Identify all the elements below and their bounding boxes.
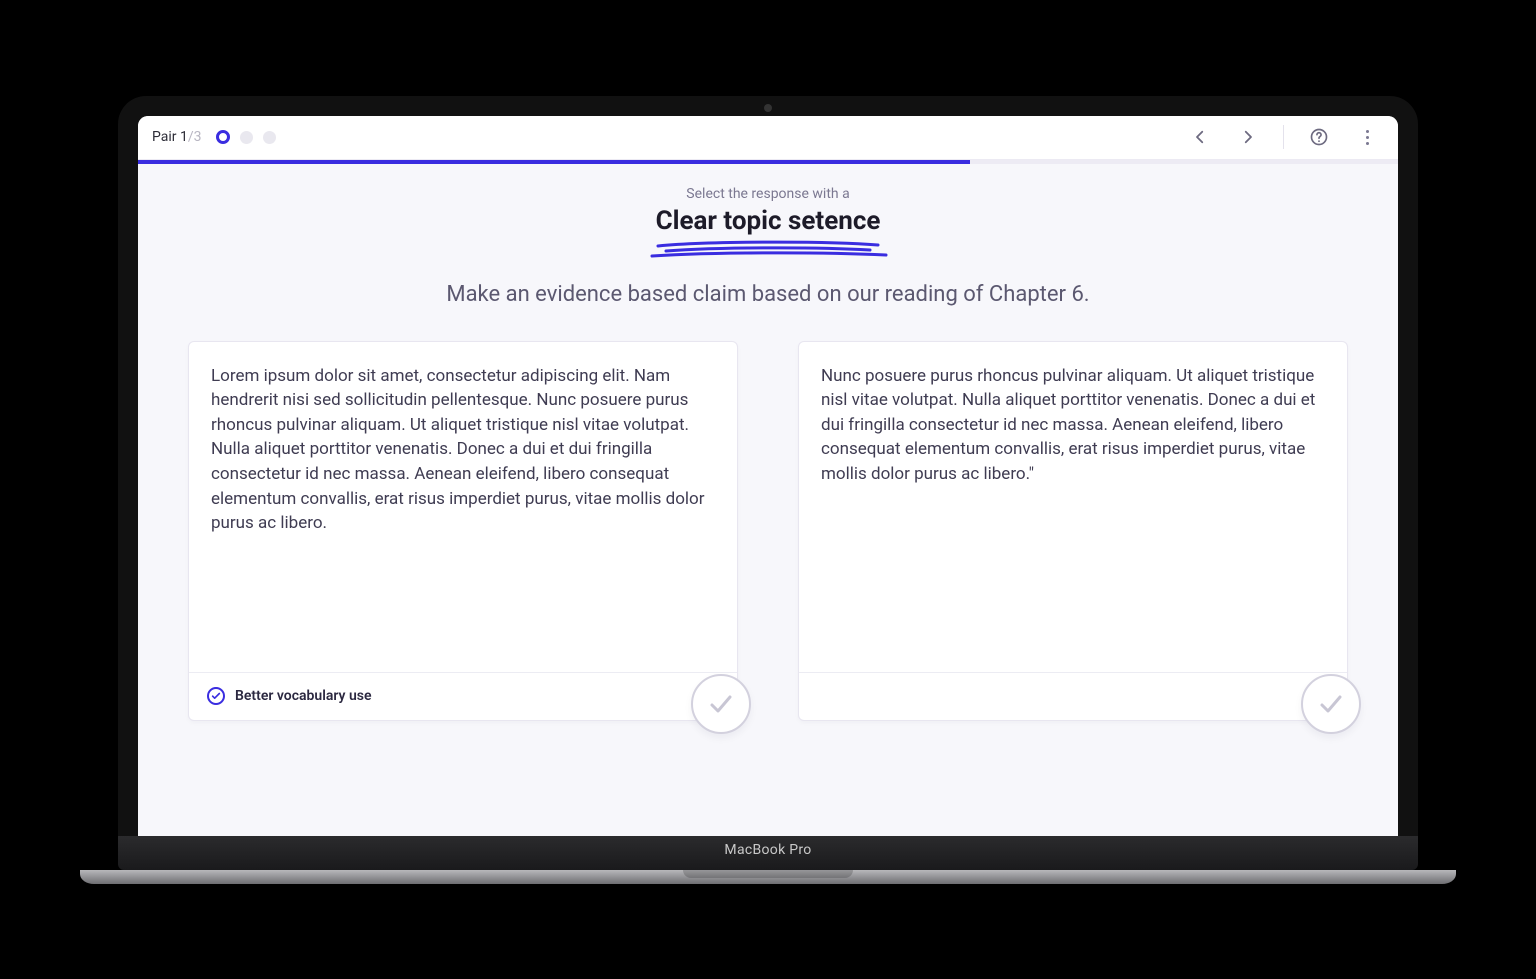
check-badge-icon bbox=[207, 687, 225, 705]
chevron-left-icon bbox=[1191, 128, 1209, 146]
help-icon bbox=[1309, 127, 1329, 147]
laptop-mockup: Pair 1/3 bbox=[118, 96, 1418, 884]
underline-scribble-icon bbox=[648, 238, 888, 260]
check-icon bbox=[707, 690, 735, 718]
prompt-block: Select the response with a Clear topic s… bbox=[188, 186, 1348, 260]
help-button[interactable] bbox=[1302, 120, 1336, 154]
step-dots bbox=[216, 130, 276, 144]
laptop-foot bbox=[80, 870, 1456, 884]
response-badge-left: Better vocabulary use bbox=[235, 688, 372, 704]
device-label: MacBook Pro bbox=[724, 842, 811, 858]
pair-total: 3 bbox=[194, 129, 202, 145]
response-body-left: Lorem ipsum dolor sit amet, consectetur … bbox=[189, 342, 737, 672]
laptop-screen: Pair 1/3 bbox=[118, 96, 1418, 836]
question-text: Make an evidence based claim based on ou… bbox=[188, 282, 1348, 307]
response-footer-left: Better vocabulary use bbox=[189, 672, 737, 720]
content: Select the response with a Clear topic s… bbox=[138, 164, 1398, 836]
kebab-icon bbox=[1366, 130, 1369, 145]
progress-fill bbox=[138, 160, 970, 164]
response-body-right: Nunc posuere purus rhoncus pulvinar aliq… bbox=[799, 342, 1347, 672]
response-cards: Lorem ipsum dolor sit amet, consectetur … bbox=[188, 341, 1348, 721]
prompt-lede-small: Select the response with a bbox=[188, 186, 1348, 202]
check-icon bbox=[1317, 690, 1345, 718]
response-footer-right bbox=[799, 672, 1347, 720]
prompt-lede-big: Clear topic setence bbox=[656, 206, 881, 236]
topbar: Pair 1/3 bbox=[138, 116, 1398, 160]
pair-indicator: Pair 1/3 bbox=[152, 129, 202, 145]
pair-current: 1 bbox=[180, 129, 188, 145]
step-dot-3[interactable] bbox=[263, 131, 276, 144]
step-dot-2[interactable] bbox=[240, 131, 253, 144]
pair-prefix: Pair bbox=[152, 129, 180, 145]
chevron-right-icon bbox=[1239, 128, 1257, 146]
response-card-left[interactable]: Lorem ipsum dolor sit amet, consectetur … bbox=[188, 341, 738, 721]
more-button[interactable] bbox=[1350, 120, 1384, 154]
select-response-right[interactable] bbox=[1301, 674, 1361, 734]
select-response-left[interactable] bbox=[691, 674, 751, 734]
topbar-separator bbox=[1283, 125, 1284, 149]
prev-button[interactable] bbox=[1183, 120, 1217, 154]
step-dot-1[interactable] bbox=[216, 130, 230, 144]
progress-track bbox=[138, 160, 1398, 164]
response-card-right[interactable]: Nunc posuere purus rhoncus pulvinar aliq… bbox=[798, 341, 1348, 721]
next-button[interactable] bbox=[1231, 120, 1265, 154]
laptop-base: MacBook Pro bbox=[118, 836, 1418, 870]
app-viewport: Pair 1/3 bbox=[138, 116, 1398, 836]
